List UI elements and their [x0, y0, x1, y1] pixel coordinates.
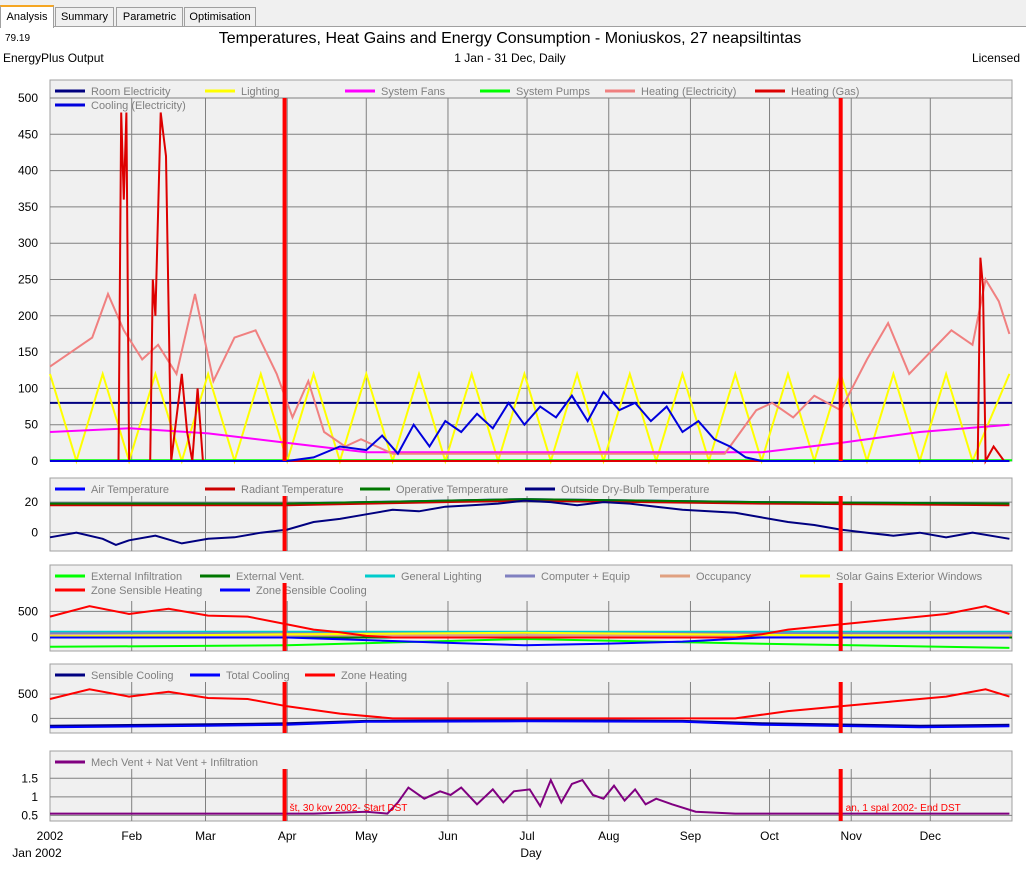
y-tick-label: 20	[25, 495, 39, 509]
legend-label: Total Cooling	[226, 670, 290, 682]
y-tick-label: 100	[18, 381, 38, 395]
y-tick-label: 0	[31, 454, 38, 468]
legend-label: Cooling (Electricity)	[91, 100, 186, 112]
legend-label: Heating (Gas)	[791, 86, 859, 98]
y-tick-label: 500	[18, 687, 38, 701]
legend-label: Solar Gains Exterior Windows	[836, 571, 983, 583]
y-tick-label: 0	[31, 630, 38, 644]
legend-label: Sensible Cooling	[91, 670, 174, 682]
x-month-label: Mar	[195, 829, 216, 843]
x-month-label: Sep	[680, 829, 702, 843]
y-tick-label: 150	[18, 345, 38, 359]
legend-label: Heating (Electricity)	[641, 86, 736, 98]
y-tick-label: 250	[18, 273, 38, 287]
legend-label: External Vent.	[236, 571, 305, 583]
y-tick-label: 1.5	[21, 771, 38, 785]
x-month-label: Oct	[760, 829, 779, 843]
x-month-label: Apr	[278, 829, 297, 843]
legend-label: Air Temperature	[91, 484, 169, 496]
y-tick-label: 0.5	[21, 808, 38, 822]
y-tick-label: 0	[31, 711, 38, 725]
x-month-label: Dec	[920, 829, 941, 843]
legend-label: Zone Sensible Cooling	[256, 585, 367, 597]
y-tick-label: 200	[18, 309, 38, 323]
x-month-label: Jul	[519, 829, 534, 843]
y-tick-label: 400	[18, 164, 38, 178]
chart-area: 050100150200250300350400450500 Room Elect…	[12, 79, 1013, 860]
legend-label: Radiant Temperature	[241, 484, 344, 496]
legend-label: Zone Heating	[341, 670, 407, 682]
y-tick-label: 0	[31, 526, 38, 540]
legend-label: System Pumps	[516, 86, 590, 98]
legend-label: Outside Dry-Bulb Temperature	[561, 484, 709, 496]
x-axis-title: Day	[520, 846, 541, 860]
legend-label: Mech Vent + Nat Vent + Infiltration	[91, 757, 258, 769]
x-year-label: 2002	[37, 829, 64, 843]
legend-label: Occupancy	[696, 571, 752, 583]
y-tick-label: 450	[18, 127, 38, 141]
y-tick-label: 300	[18, 236, 38, 250]
x-month-label: Jun	[438, 829, 457, 843]
y-tick-label: 500	[18, 91, 38, 105]
x-month-label: Feb	[121, 829, 142, 843]
legend-label: Lighting	[241, 86, 280, 98]
legend-label: Computer + Equip	[541, 571, 630, 583]
legend-label: General Lighting	[401, 571, 482, 583]
x-month-label: Aug	[598, 829, 619, 843]
dst-marker-label: št, 30 kov 2002- Start DST	[290, 803, 408, 814]
legend-label: External Infiltration	[91, 571, 182, 583]
legend-label: Operative Temperature	[396, 484, 508, 496]
y-tick-label: 1	[31, 790, 38, 804]
legend-label: Room Electricity	[91, 86, 171, 98]
x-month-label: Nov	[841, 829, 862, 843]
x-start-label: Jan 2002	[12, 846, 62, 860]
y-tick-label: 50	[25, 418, 39, 432]
y-tick-label: 350	[18, 200, 38, 214]
y-tick-label: 500	[18, 604, 38, 618]
legend-label: System Fans	[381, 86, 446, 98]
x-month-label: May	[355, 829, 378, 843]
legend-label: Zone Sensible Heating	[91, 585, 202, 597]
dst-marker-label: an, 1 spal 2002- End DST	[846, 803, 961, 814]
